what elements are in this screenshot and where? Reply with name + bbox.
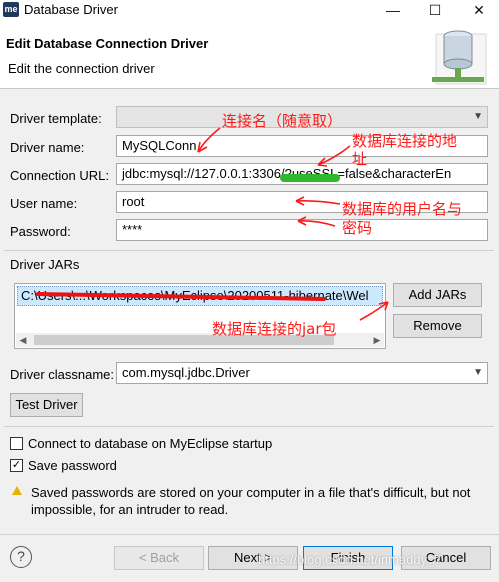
- test-driver-button[interactable]: Test Driver: [10, 393, 83, 417]
- minimize-button[interactable]: —: [378, 0, 408, 20]
- warning-icon: [12, 486, 22, 495]
- driver-classname-dropdown[interactable]: com.mysql.jdbc.Driver ▼: [116, 362, 488, 384]
- page-subtitle: Edit the connection driver: [8, 61, 155, 76]
- wizard-header: [0, 20, 499, 89]
- footer-divider: [0, 534, 499, 535]
- scroll-right-icon[interactable]: ▶: [370, 333, 384, 347]
- annotation-credentials-1: 数据库的用户名与: [342, 200, 463, 218]
- add-jars-button[interactable]: Add JARs: [393, 283, 482, 307]
- myeclipse-logo-icon: me: [3, 2, 19, 17]
- driver-classname-label: Driver classname:: [10, 367, 115, 382]
- driver-template-label: Driver template:: [10, 111, 102, 126]
- divider: [4, 426, 494, 427]
- save-password-label: Save password: [28, 458, 117, 473]
- window-title: Database Driver: [24, 2, 118, 17]
- page-title: Edit Database Connection Driver: [6, 36, 209, 51]
- password-input[interactable]: ****: [116, 219, 488, 241]
- password-label: Password:: [10, 224, 71, 239]
- user-name-label: User name:: [10, 196, 78, 211]
- connect-startup-label: Connect to database on MyEclipse startup: [28, 436, 273, 451]
- remove-button[interactable]: Remove: [393, 314, 482, 338]
- connect-startup-checkbox[interactable]: [10, 437, 23, 450]
- driver-jars-label: Driver JARs: [10, 257, 80, 272]
- annotation-credentials-2: 密码: [342, 219, 373, 237]
- annotation-db-address-2: 址: [352, 150, 368, 168]
- connection-url-label: Connection URL:: [10, 168, 109, 183]
- driver-name-label: Driver name:: [10, 140, 85, 155]
- driver-classname-value: com.mysql.jdbc.Driver: [122, 365, 250, 380]
- database-icon: [432, 30, 487, 85]
- close-button[interactable]: ✕: [464, 0, 494, 20]
- divider: [4, 250, 494, 251]
- annotation-jar: 数据库连接的jar包: [212, 320, 337, 338]
- url-redaction-mark: [280, 174, 340, 182]
- maximize-button[interactable]: ☐: [420, 0, 450, 20]
- warning-message: Saved passwords are stored on your compu…: [31, 485, 471, 517]
- back-button[interactable]: < Back: [114, 546, 204, 570]
- annotation-connection-name: 连接名（随意取）: [222, 112, 343, 130]
- chevron-down-icon: ▼: [473, 111, 483, 122]
- chevron-down-icon: ▼: [473, 367, 483, 378]
- save-password-checkbox[interactable]: ✓: [10, 459, 23, 472]
- annotation-db-address-1: 数据库连接的地: [352, 132, 458, 150]
- watermark: https://blog.csdn.net/inmaddy_7: [258, 552, 442, 567]
- help-icon[interactable]: ?: [10, 546, 32, 568]
- scroll-left-icon[interactable]: ◀: [16, 333, 30, 347]
